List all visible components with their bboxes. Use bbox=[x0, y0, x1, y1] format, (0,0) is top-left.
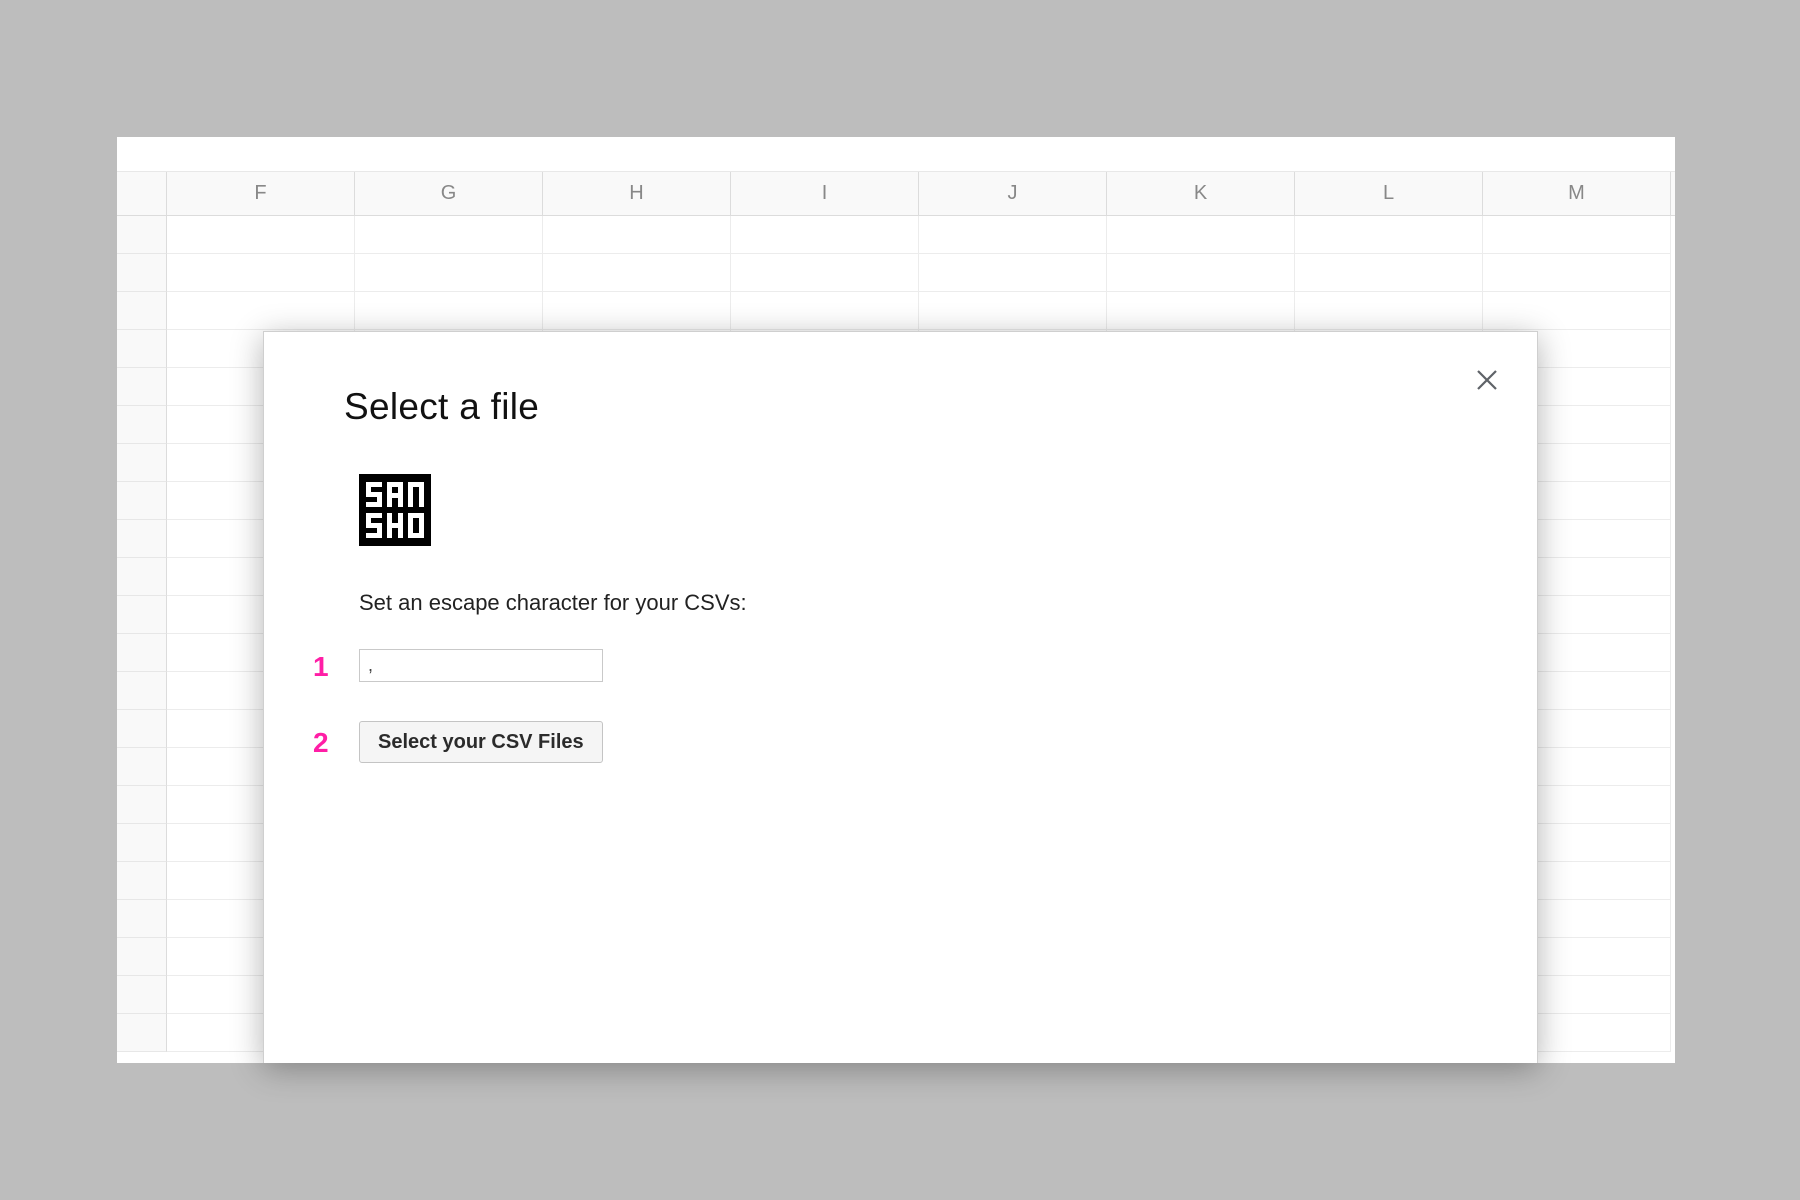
spreadsheet-cell[interactable] bbox=[167, 254, 355, 292]
row-number-cell[interactable] bbox=[117, 748, 167, 786]
spreadsheet-cell[interactable] bbox=[919, 292, 1107, 330]
spreadsheet-cell[interactable] bbox=[355, 254, 543, 292]
row-number-cell[interactable] bbox=[117, 1014, 167, 1052]
row-number-cell[interactable] bbox=[117, 520, 167, 558]
close-button[interactable] bbox=[1471, 366, 1503, 398]
row-number-cell[interactable] bbox=[117, 824, 167, 862]
spreadsheet-cell[interactable] bbox=[919, 254, 1107, 292]
column-header[interactable]: K bbox=[1107, 172, 1295, 215]
sansho-logo-icon bbox=[359, 474, 431, 546]
row-number-cell[interactable] bbox=[117, 786, 167, 824]
row-number-cell[interactable] bbox=[117, 368, 167, 406]
row-number-cell[interactable] bbox=[117, 292, 167, 330]
spreadsheet-cell[interactable] bbox=[355, 292, 543, 330]
table-row bbox=[117, 216, 1675, 254]
row-number-cell[interactable] bbox=[117, 558, 167, 596]
spreadsheet-cell[interactable] bbox=[1483, 292, 1671, 330]
row-number-cell[interactable] bbox=[117, 482, 167, 520]
spreadsheet-cell[interactable] bbox=[731, 216, 919, 254]
spreadsheet-cell[interactable] bbox=[919, 216, 1107, 254]
spreadsheet-cell[interactable] bbox=[1295, 216, 1483, 254]
row-number-cell[interactable] bbox=[117, 254, 167, 292]
column-header[interactable]: J bbox=[919, 172, 1107, 215]
spreadsheet-cell[interactable] bbox=[1107, 254, 1295, 292]
spreadsheet-cell[interactable] bbox=[1295, 254, 1483, 292]
spreadsheet-cell[interactable] bbox=[1107, 216, 1295, 254]
select-file-dialog: Select a file bbox=[263, 331, 1538, 1063]
spreadsheet-cell[interactable] bbox=[543, 292, 731, 330]
dialog-title: Select a file bbox=[344, 386, 539, 428]
row-number-cell[interactable] bbox=[117, 330, 167, 368]
row-number-cell[interactable] bbox=[117, 596, 167, 634]
spreadsheet-cell[interactable] bbox=[543, 216, 731, 254]
column-header[interactable]: L bbox=[1295, 172, 1483, 215]
instruction-text: Set an escape character for your CSVs: bbox=[359, 590, 747, 616]
rownum-header-spacer bbox=[117, 172, 167, 215]
column-header[interactable]: M bbox=[1483, 172, 1671, 215]
table-row bbox=[117, 254, 1675, 292]
spreadsheet-cell[interactable] bbox=[543, 254, 731, 292]
spreadsheet-cell[interactable] bbox=[731, 292, 919, 330]
spreadsheet-cell[interactable] bbox=[1295, 292, 1483, 330]
row-number-cell[interactable] bbox=[117, 862, 167, 900]
spreadsheet-cell[interactable] bbox=[167, 292, 355, 330]
annotation-step-1: 1 bbox=[313, 651, 329, 683]
column-header[interactable]: G bbox=[355, 172, 543, 215]
row-number-cell[interactable] bbox=[117, 634, 167, 672]
close-icon bbox=[1475, 368, 1499, 397]
spreadsheet-cell[interactable] bbox=[167, 216, 355, 254]
toolbar-strip bbox=[117, 137, 1675, 172]
row-number-cell[interactable] bbox=[117, 672, 167, 710]
row-number-cell[interactable] bbox=[117, 900, 167, 938]
select-csv-files-button[interactable]: Select your CSV Files bbox=[359, 721, 603, 763]
row-number-cell[interactable] bbox=[117, 406, 167, 444]
column-header-row: F G H I J K L M bbox=[117, 172, 1675, 216]
spreadsheet-cell[interactable] bbox=[1483, 216, 1671, 254]
column-header[interactable]: F bbox=[167, 172, 355, 215]
annotation-step-2: 2 bbox=[313, 727, 329, 759]
row-number-cell[interactable] bbox=[117, 216, 167, 254]
row-number-cell[interactable] bbox=[117, 976, 167, 1014]
spreadsheet-cell[interactable] bbox=[731, 254, 919, 292]
row-number-cell[interactable] bbox=[117, 710, 167, 748]
row-number-cell[interactable] bbox=[117, 444, 167, 482]
row-number-cell[interactable] bbox=[117, 938, 167, 976]
spreadsheet-cell[interactable] bbox=[1483, 254, 1671, 292]
column-header[interactable]: I bbox=[731, 172, 919, 215]
escape-character-input[interactable] bbox=[359, 649, 603, 682]
column-header[interactable]: H bbox=[543, 172, 731, 215]
spreadsheet-cell[interactable] bbox=[1107, 292, 1295, 330]
spreadsheet-cell[interactable] bbox=[355, 216, 543, 254]
table-row bbox=[117, 292, 1675, 330]
